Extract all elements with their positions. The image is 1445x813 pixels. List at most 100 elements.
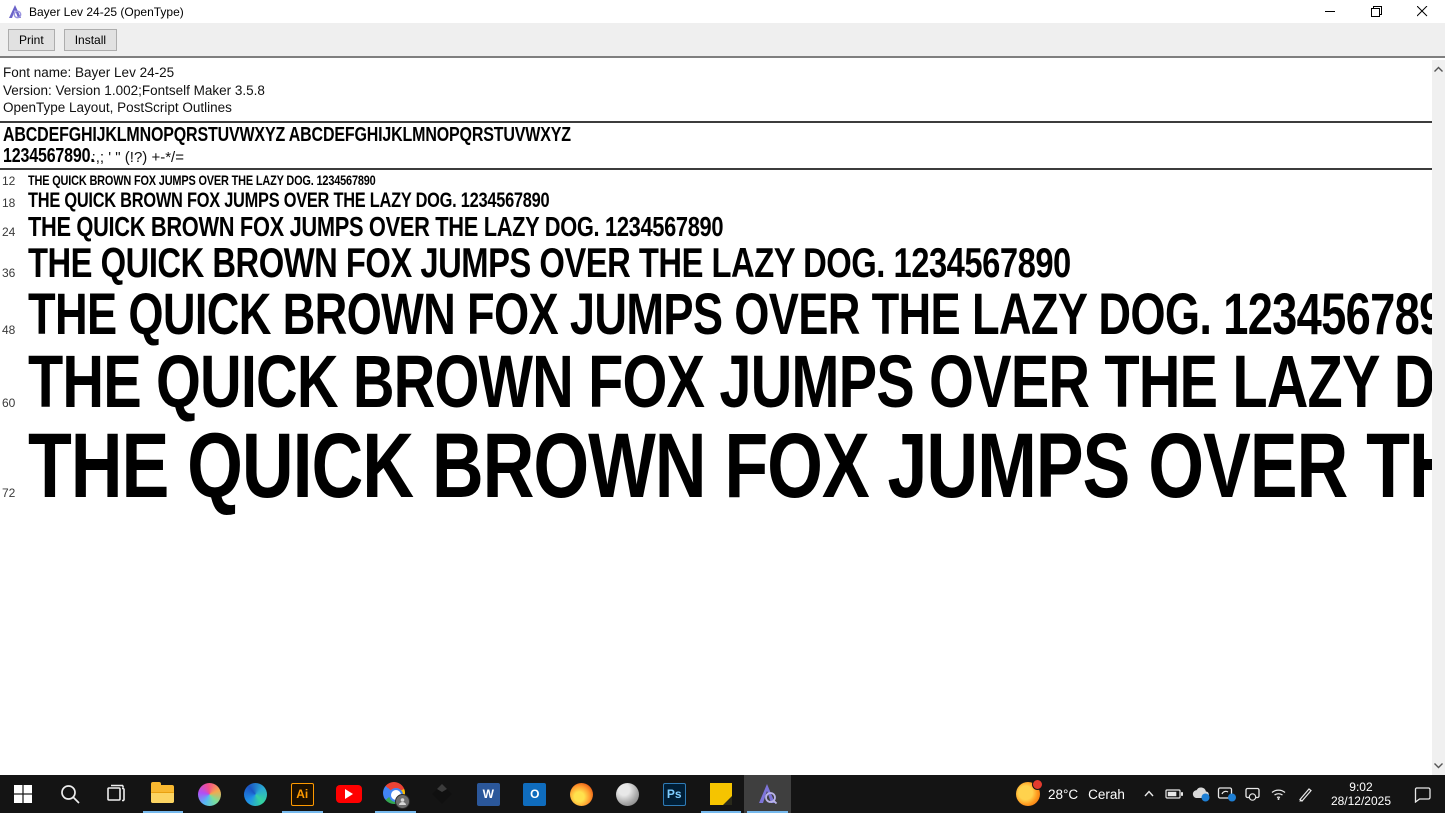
- size-label-36: 36: [2, 266, 28, 280]
- size-label-18: 18: [2, 196, 28, 210]
- onedrive-indicator[interactable]: [1189, 780, 1213, 808]
- temperature: 28°C: [1048, 787, 1078, 802]
- search-icon: [59, 783, 81, 805]
- taskbar-font-viewer[interactable]: [744, 775, 791, 813]
- system-tray: 28°C Cerah: [1006, 775, 1445, 813]
- size-label-72: 72: [2, 486, 28, 500]
- scroll-up-arrow[interactable]: [1432, 62, 1445, 77]
- windows-logo-icon: [13, 784, 33, 804]
- size-sample-row-60: 60THE QUICK BROWN FOX JUMPS OVER THE LAZ…: [0, 348, 1432, 416]
- gimp-icon: [616, 783, 639, 806]
- size-label-48: 48: [2, 323, 28, 337]
- taskbar-inkscape[interactable]: [419, 775, 466, 813]
- taskbar-gimp[interactable]: [605, 775, 652, 813]
- taskbar-outlook[interactable]: O: [512, 775, 559, 813]
- size-sample-row-36: 36THE QUICK BROWN FOX JUMPS OVER THE LAZ…: [0, 244, 1432, 283]
- font-version-line: Version: Version 1.002;Fontself Maker 3.…: [3, 82, 1432, 100]
- cloud-icon: [1191, 786, 1211, 802]
- sticky-notes-icon: [710, 783, 732, 805]
- taskbar-start[interactable]: [0, 775, 47, 813]
- taskbar-search[interactable]: [47, 775, 94, 813]
- app-icon: [7, 4, 23, 20]
- taskbar-word[interactable]: W: [465, 775, 512, 813]
- weather-condition: Cerah: [1088, 787, 1125, 802]
- weather-badge: [1032, 779, 1043, 790]
- chevron-up-icon: [1142, 787, 1156, 801]
- youtube-icon: [336, 785, 362, 803]
- connect-display-indicator[interactable]: [1241, 780, 1265, 808]
- battery-indicator[interactable]: [1163, 780, 1187, 808]
- taskbar-youtube[interactable]: [326, 775, 373, 813]
- inkscape-icon: [430, 782, 454, 806]
- taskbar-chrome[interactable]: [372, 775, 419, 813]
- close-button[interactable]: [1399, 0, 1445, 23]
- clock[interactable]: 9:02 28/12/2025: [1319, 780, 1401, 809]
- size-label-24: 24: [2, 225, 28, 239]
- size-label-60: 60: [2, 396, 28, 410]
- numerals-line: 1234567890.:,; ' " (!?) +-*/=: [3, 146, 1432, 168]
- taskbar-file-explorer[interactable]: [140, 775, 187, 813]
- battery-icon: [1165, 787, 1184, 801]
- action-center-button[interactable]: [1403, 775, 1441, 813]
- photoshop-icon: Ps: [663, 783, 686, 806]
- outlook-icon: O: [523, 783, 546, 806]
- font-viewer-icon: [755, 782, 779, 806]
- restore-button[interactable]: [1353, 0, 1399, 23]
- font-info: Font name: Bayer Lev 24-25 Version: Vers…: [0, 60, 1432, 117]
- vertical-scrollbar[interactable]: [1432, 60, 1445, 775]
- toolbar: Print Install: [0, 23, 1445, 58]
- font-layout-line: OpenType Layout, PostScript Outlines: [3, 99, 1432, 117]
- font-name-line: Font name: Bayer Lev 24-25: [3, 64, 1432, 82]
- sample-text-72: THE QUICK BROWN FOX JUMPS OVER THE LAZY …: [28, 424, 1432, 509]
- numerals-symbols: :,; ' " (!?) +-*/=: [92, 149, 184, 166]
- edge-icon: [244, 783, 267, 806]
- weather-widget[interactable]: 28°C Cerah: [1006, 782, 1135, 806]
- word-icon: W: [477, 783, 500, 806]
- monitor-icon: [1243, 786, 1263, 802]
- size-sample-row-24: 24THE QUICK BROWN FOX JUMPS OVER THE LAZ…: [0, 214, 1432, 240]
- taskbar-copilot[interactable]: [186, 775, 233, 813]
- size-samples: 12THE QUICK BROWN FOX JUMPS OVER THE LAZ…: [0, 174, 1432, 509]
- tray-expand-button[interactable]: [1137, 780, 1161, 808]
- windows-ink-indicator[interactable]: [1293, 780, 1317, 808]
- notification-icon: [1413, 786, 1432, 803]
- taskbar-sticky-notes[interactable]: [698, 775, 745, 813]
- firefox-icon: [570, 783, 593, 806]
- install-button[interactable]: Install: [64, 29, 117, 51]
- tray-date: 28/12/2025: [1331, 794, 1391, 809]
- size-sample-row-18: 18THE QUICK BROWN FOX JUMPS OVER THE LAZ…: [0, 191, 1432, 210]
- taskbar-task-view[interactable]: [93, 775, 140, 813]
- sample-text-18: THE QUICK BROWN FOX JUMPS OVER THE LAZY …: [28, 191, 549, 210]
- screenshare-indicator[interactable]: [1215, 780, 1239, 808]
- size-sample-row-72: 72THE QUICK BROWN FOX JUMPS OVER THE LAZ…: [0, 424, 1432, 509]
- alphabet-line: ABCDEFGHIJKLMNOPQRSTUVWXYZ ABCDEFGHIJKLM…: [3, 125, 1146, 146]
- weather-icon: [1016, 782, 1040, 806]
- copilot-icon: [198, 783, 221, 806]
- numerals-digits: 1234567890.: [3, 146, 95, 167]
- taskbar-edge[interactable]: [233, 775, 280, 813]
- sample-text-24: THE QUICK BROWN FOX JUMPS OVER THE LAZY …: [28, 214, 723, 240]
- chrome-profile-badge: [395, 794, 410, 809]
- size-sample-row-12: 12THE QUICK BROWN FOX JUMPS OVER THE LAZ…: [0, 174, 1432, 188]
- divider: [0, 121, 1432, 123]
- pen-icon: [1296, 786, 1314, 802]
- illustrator-icon: Ai: [291, 783, 314, 806]
- taskbar-apps: Ai WO Ps: [0, 775, 791, 813]
- taskbar-firefox[interactable]: [558, 775, 605, 813]
- divider: [0, 168, 1432, 170]
- screen-icon: [1217, 786, 1237, 802]
- scroll-down-arrow[interactable]: [1432, 758, 1445, 773]
- print-button[interactable]: Print: [8, 29, 55, 51]
- sample-text-36: THE QUICK BROWN FOX JUMPS OVER THE LAZY …: [28, 244, 1071, 283]
- wifi-indicator[interactable]: [1267, 780, 1291, 808]
- taskbar: Ai WO Ps 28°C Cerah: [0, 775, 1445, 813]
- taskbar-illustrator[interactable]: Ai: [279, 775, 326, 813]
- window-title: Bayer Lev 24-25 (OpenType): [29, 5, 184, 19]
- glyph-preview: ABCDEFGHIJKLMNOPQRSTUVWXYZ ABCDEFGHIJKLM…: [0, 125, 1432, 168]
- tray-time: 9:02: [1331, 780, 1391, 795]
- sample-text-48: THE QUICK BROWN FOX JUMPS OVER THE LAZY …: [28, 288, 1432, 341]
- minimize-button[interactable]: [1307, 0, 1353, 23]
- taskbar-photoshop[interactable]: Ps: [651, 775, 698, 813]
- title-bar: Bayer Lev 24-25 (OpenType): [0, 0, 1445, 23]
- sample-text-12: THE QUICK BROWN FOX JUMPS OVER THE LAZY …: [28, 174, 376, 187]
